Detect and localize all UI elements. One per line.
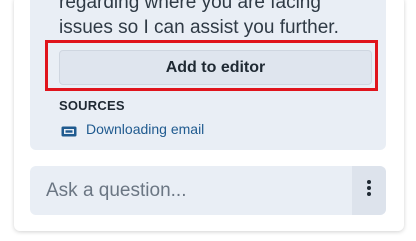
ticket-icon (61, 124, 77, 136)
source-link[interactable]: Downloading email (61, 121, 204, 137)
vertical-ellipsis-icon (366, 179, 372, 202)
answer-text: regarding where you are facing issues so… (59, 0, 379, 40)
more-options-button[interactable] (352, 166, 386, 215)
ask-box (30, 166, 386, 215)
sources-heading: SOURCES (59, 98, 125, 113)
source-link-label: Downloading email (86, 121, 205, 137)
answer-line: regarding where you are facing (59, 0, 321, 13)
answer-line: issues so I can assist you further. (59, 17, 339, 38)
add-to-editor-button[interactable]: Add to editor (59, 50, 372, 85)
ask-input[interactable] (30, 166, 352, 215)
